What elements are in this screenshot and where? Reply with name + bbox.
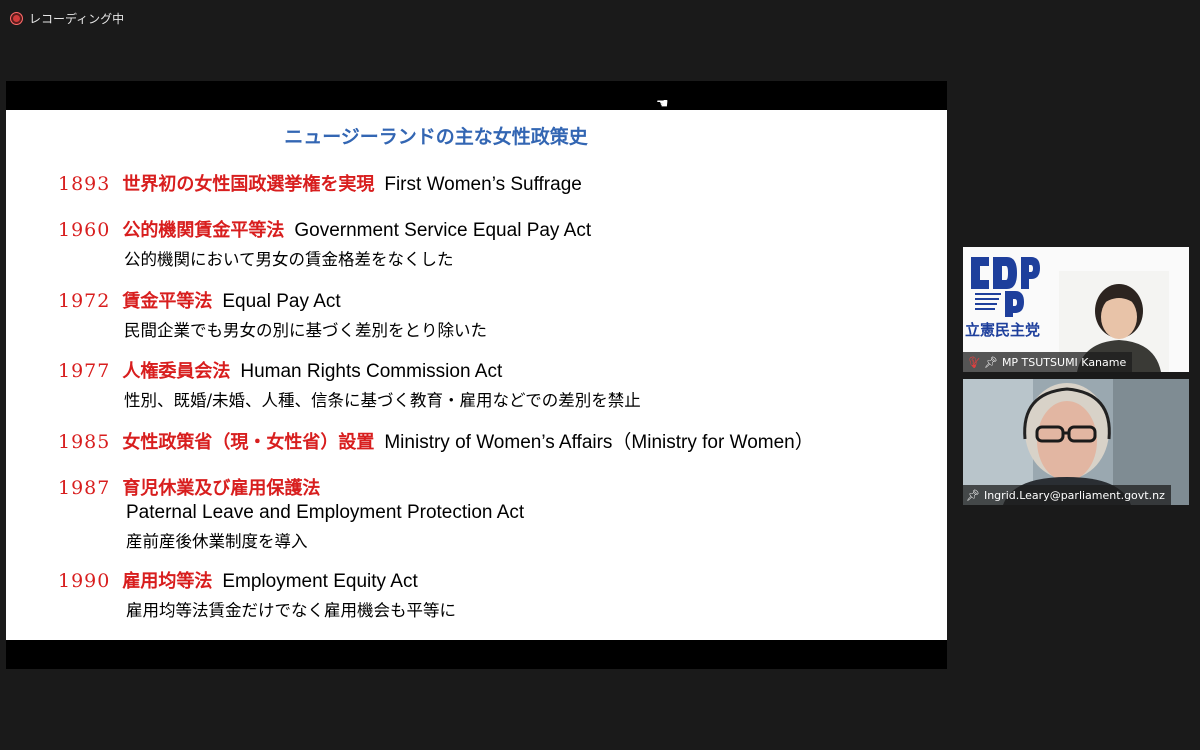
entry-title-jp: 世界初の女性国政選挙権を実現	[122, 174, 375, 195]
entry-title-en: First Women’s Suffrage	[384, 174, 582, 195]
participant-nameplate: 📌︎ Ingrid.Leary@parliament.govt.nz	[963, 485, 1171, 505]
timeline-entry: 1987 育児休業及び雇用保護法 Paternal Leave and Empl…	[58, 474, 524, 552]
entry-year: 1893	[58, 173, 111, 195]
timeline-entry: 1893 世界初の女性国政選挙権を実現 First Women’s Suffra…	[58, 170, 582, 196]
entry-description: 雇用均等法賃金だけでなく雇用機会も平等に	[126, 601, 456, 620]
pin-icon: 📌︎	[983, 355, 998, 369]
participant-video-tile[interactable]: 📌︎ Ingrid.Leary@parliament.govt.nz	[963, 379, 1189, 505]
screen-share-view[interactable]: ☚ ニュージーランドの主な女性政策史 1893 世界初の女性国政選挙権を実現 F…	[6, 81, 947, 669]
entry-title-jp: 育児休業及び雇用保護法	[122, 478, 321, 499]
presentation-slide: ニュージーランドの主な女性政策史 1893 世界初の女性国政選挙権を実現 Fir…	[6, 110, 947, 640]
entry-description: 公的機関において男女の賃金格差をなくした	[124, 250, 454, 269]
record-icon	[10, 11, 23, 25]
party-name: 立憲民主党	[965, 321, 1041, 339]
timeline-entry: 1985 女性政策省（現・女性省）設置 Ministry of Women’s …	[58, 427, 814, 454]
entry-title-jp: 公的機関賃金平等法	[122, 220, 285, 241]
entry-title-jp: 人権委員会法	[122, 361, 231, 382]
timeline-entry: 1990 雇用均等法 Employment Equity Act 雇用均等法賃金…	[58, 567, 456, 621]
cdp-logo	[971, 257, 1040, 317]
entry-year: 1987	[58, 477, 111, 499]
entry-title-en: Paternal Leave and Employment Protection…	[126, 502, 525, 523]
entry-title-en: Government Service Equal Pay Act	[294, 220, 592, 241]
recording-label: レコーディング中	[29, 11, 125, 26]
entry-title-jp: 女性政策省（現・女性省）設置	[122, 432, 375, 453]
entry-title-jp: 雇用均等法	[122, 571, 213, 592]
entry-year: 1972	[58, 290, 111, 312]
entry-description: 性別、既婚/未婚、人種、信条に基づく教育・雇用などでの差別を禁止	[124, 391, 641, 410]
participant-name: Ingrid.Leary@parliament.govt.nz	[983, 488, 1165, 502]
entry-title-en: Ministry of Women’s Affairs（Ministry for…	[384, 432, 814, 453]
entry-description: 産前産後休業制度を導入	[126, 532, 308, 551]
timeline-entry: 1960 公的機関賃金平等法 Government Service Equal …	[58, 216, 591, 270]
participant-name: MP TSUTSUMI Kaname	[1001, 355, 1127, 369]
entry-title-en: Employment Equity Act	[222, 571, 418, 592]
entry-title-en: Human Rights Commission Act	[240, 361, 503, 382]
participant-video-tile[interactable]: 立憲民主党 🎙︎̸ 📌︎ MP TSUTSUMI Kaname	[963, 247, 1189, 372]
entry-year: 1985	[58, 431, 111, 453]
entry-title-en: Equal Pay Act	[222, 291, 341, 312]
pin-icon: 📌︎	[966, 488, 980, 502]
muted-mic-icon: 🎙︎̸	[966, 355, 980, 369]
timeline-entry: 1972 賃金平等法 Equal Pay Act 民間企業でも男女の別に基づく差…	[58, 287, 487, 341]
entry-year: 1977	[58, 360, 111, 382]
participant-nameplate: 🎙︎̸ 📌︎ MP TSUTSUMI Kaname	[963, 352, 1133, 372]
recording-indicator: レコーディング中	[10, 8, 124, 28]
entry-year: 1990	[58, 570, 111, 592]
entry-description: 民間企業でも男女の別に基づく差別をとり除いた	[124, 321, 487, 340]
entry-title-jp: 賃金平等法	[122, 291, 213, 312]
entry-year: 1960	[58, 219, 111, 241]
slide-title: ニュージーランドの主な女性政策史	[284, 126, 588, 148]
timeline-entry: 1977 人権委員会法 Human Rights Commission Act …	[58, 357, 641, 411]
